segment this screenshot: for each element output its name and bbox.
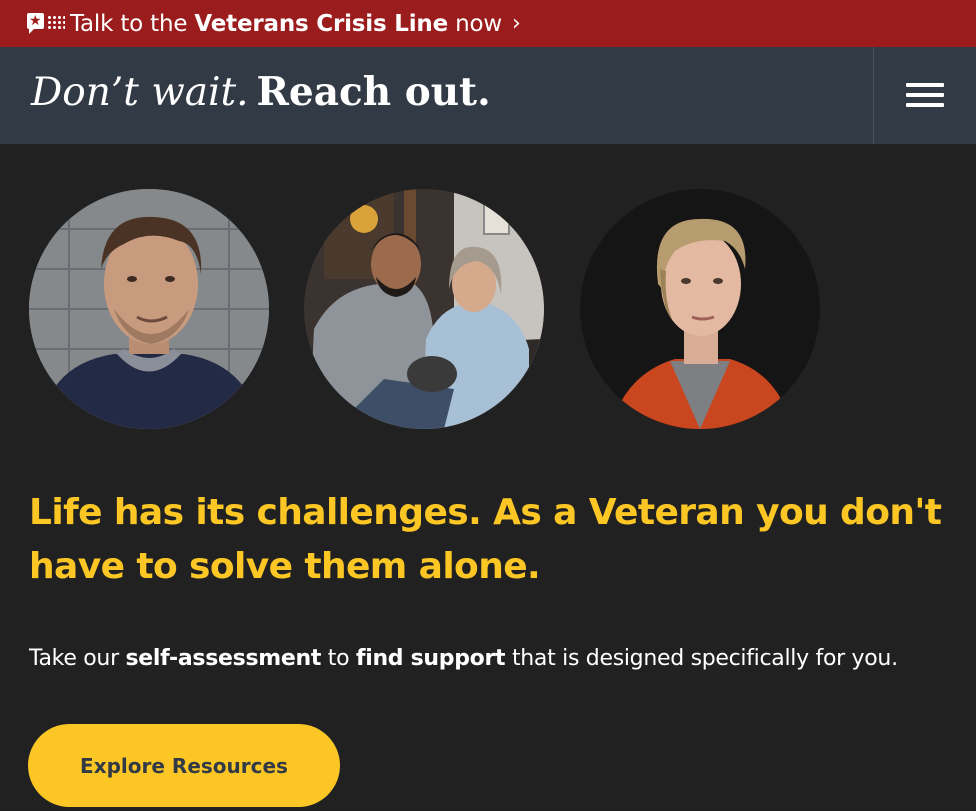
site-tagline[interactable]: Don’t wait. Reach out.: [31, 69, 491, 115]
veterans-crisis-line-banner[interactable]: ★ Talk to the Veterans Crisis Line now ›: [0, 0, 976, 47]
crisis-line-prefix: Talk to the: [70, 10, 195, 37]
crisis-line-suffix: now: [447, 10, 502, 37]
site-header: Don’t wait. Reach out.: [0, 47, 976, 144]
intro-bold-self-assessment: self-assessment: [125, 646, 322, 671]
tagline-bold: Reach out.: [256, 69, 491, 115]
crisis-line-logo-icon: ★: [27, 12, 67, 35]
veteran-woman-portrait: [580, 189, 820, 429]
tagline-italic: Don’t wait.: [31, 70, 249, 115]
intro-bold-find-support: find support: [355, 646, 506, 671]
veteran-man-portrait: [29, 189, 269, 429]
explore-resources-button[interactable]: Explore Resources: [28, 724, 340, 807]
hero-headline: Life has its challenges. As a Veteran yo…: [29, 492, 942, 587]
hero-intro: Take our self-assessment to find support…: [29, 644, 959, 674]
intro-text-1: Take our: [29, 646, 126, 671]
chevron-right-icon: ›: [511, 11, 521, 36]
intro-text-2: to: [321, 646, 356, 671]
hamburger-menu-icon[interactable]: [906, 83, 944, 109]
veteran-couple-portrait: [304, 189, 544, 429]
crisis-line-link-text[interactable]: Talk to the Veterans Crisis Line now: [70, 11, 502, 37]
intro-text-3: that is designed specifically for you.: [505, 646, 898, 671]
menu-divider: [873, 47, 874, 144]
crisis-line-name: Veterans Crisis Line: [194, 10, 448, 37]
